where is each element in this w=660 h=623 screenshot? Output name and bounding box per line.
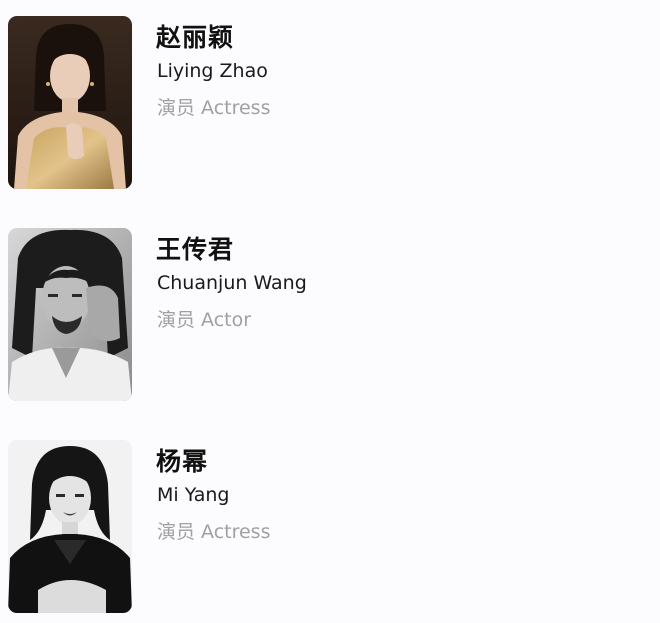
actor-photo-image xyxy=(8,228,132,401)
actor-name-chinese: 杨幂 xyxy=(156,447,209,476)
actor-role: 演员 Actress xyxy=(157,97,271,119)
actor-photo-image xyxy=(8,16,132,189)
actor-role: 演员 Actor xyxy=(157,309,252,331)
cast-list: 赵丽颖 Liying Zhao 演员 Actress 王传君 Chuanjun … xyxy=(0,0,660,623)
actor-name-english: Mi Yang xyxy=(157,484,230,506)
actor-name-english: Chuanjun Wang xyxy=(157,272,307,294)
actor-photo[interactable] xyxy=(8,440,132,613)
cast-card-chuanjun-wang[interactable]: 王传君 Chuanjun Wang 演员 Actor xyxy=(8,228,648,403)
actor-photo[interactable] xyxy=(8,16,132,189)
actor-photo[interactable] xyxy=(8,228,132,401)
cast-card-mi-yang[interactable]: 杨幂 Mi Yang 演员 Actress xyxy=(8,440,648,615)
actor-role: 演员 Actress xyxy=(157,521,271,543)
actor-name-chinese: 赵丽颖 xyxy=(156,23,235,52)
actor-name-english: Liying Zhao xyxy=(157,60,268,82)
actor-name-chinese: 王传君 xyxy=(156,235,235,264)
cast-card-liying-zhao[interactable]: 赵丽颖 Liying Zhao 演员 Actress xyxy=(8,16,648,191)
actor-photo-image xyxy=(8,440,132,613)
